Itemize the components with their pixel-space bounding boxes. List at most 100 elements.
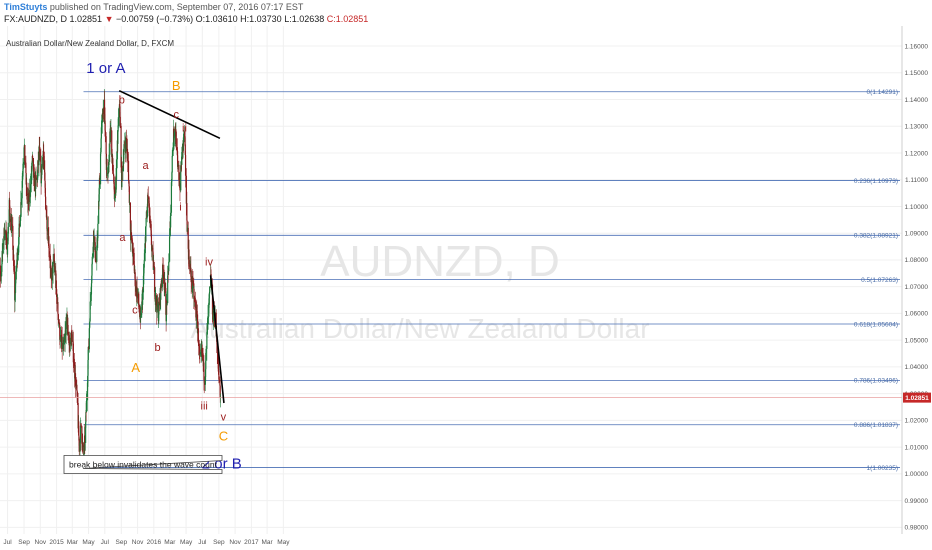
wave-label: a [143,160,150,172]
candle-body [192,280,194,284]
candle-body [143,253,146,261]
candle-body [7,226,9,234]
candle-body [175,131,177,148]
candle-body [143,260,145,268]
y-tick-label: 1.12000 [905,150,929,157]
candle-body [188,260,190,267]
x-tick-label: Mar [67,539,79,546]
x-tick-label: Sep [116,539,128,546]
y-tick-label: 1.16000 [905,43,929,50]
candle-body [44,187,46,197]
callout[interactable]: break below invalidates the wave count [63,455,223,474]
fib-level-label: 0.382(1.08921) [854,233,898,240]
candle-body [140,315,142,318]
candle-body [67,324,69,336]
candle-body [22,164,24,170]
x-tick-label: Mar [164,539,176,546]
candle-body [71,334,73,342]
fib-level-label: 0.5(1.07263) [861,277,898,284]
candle-body [132,248,134,253]
y-tick-label: 1.11000 [905,177,928,184]
close-value: C:1.02851 [326,14,369,24]
wave-label: a [119,232,126,244]
candle-body [171,155,173,173]
low-value: L:1.02638 [284,14,325,24]
wave-label: b [119,95,125,107]
open-value: O:1.03610 [195,14,238,24]
candle-body [15,271,17,284]
candle-body [31,155,34,158]
candle-body [48,251,50,255]
x-tick-label: 2017 [244,539,259,546]
candle-body [149,215,151,222]
candle-body [45,196,47,210]
fib-level-label: 0(1.14291) [867,89,898,96]
candle-body [17,255,19,262]
candle-body [2,243,4,254]
x-tick-label: May [82,539,95,546]
current-price-label: 1.02851 [905,395,929,402]
price-chart[interactable]: AUDNZD, D Australian Dollar/New Zealand … [0,26,932,550]
x-tick-label: May [277,539,290,546]
callout-text: break below invalidates the wave count [69,459,218,469]
candle-body [108,154,110,165]
candle-body [119,116,121,126]
candle-body [20,198,22,205]
candle-body [12,225,14,250]
y-tick-label: 1.06000 [905,311,929,318]
candle-body [39,151,41,161]
candle-body [24,145,26,162]
candle-body [123,148,125,156]
y-tick-label: 1.15000 [905,70,929,77]
x-tick-label: Nov [35,539,47,546]
candle-body [91,256,93,265]
candle-body [168,236,171,262]
candle-body [164,282,166,288]
candle-body [168,261,170,272]
candle-body [43,156,45,161]
ohlc-bar: FX:AUDNZD, D 1.02851 ▼ −0.00759 (−0.73%)… [4,14,368,24]
candle-body [41,165,43,175]
y-tick-label: 1.04000 [905,364,929,371]
y-tick-label: 1.14000 [905,97,929,104]
y-tick-label: 1.02000 [905,418,929,425]
y-tick-label: 1.00000 [905,471,929,478]
candle-body [184,154,187,176]
y-tick-label: 1.01000 [905,444,929,451]
fib-level-label: 0.618(1.05604) [854,321,898,328]
candle-body [57,302,59,314]
candle-body [170,182,173,213]
candle-body [63,341,65,345]
down-arrow-icon: ▼ [104,14,114,24]
candle-body [74,373,77,386]
candle-body [127,153,129,161]
wave-label: b [155,342,161,354]
wave-label: v [221,411,227,423]
wave-label: A [131,360,140,375]
wave-label: i [179,201,181,213]
symbol-label: FX:AUDNZD, D [4,14,67,24]
candle-body [203,362,205,380]
y-tick-label: 1.09000 [905,231,929,238]
author-name[interactable]: TimStuyts [4,2,47,12]
candle-body [99,153,102,185]
y-tick-label: 1.10000 [905,204,929,211]
candle-body [105,136,107,154]
candle-body [134,272,136,287]
candle-body [82,445,84,447]
x-tick-label: 2016 [147,539,162,546]
candle-body [130,232,133,241]
x-tick-label: Jul [101,539,110,546]
publish-info: TimStuyts published on TradingView.com, … [4,2,303,12]
y-tick-label: 1.07000 [905,284,929,291]
candle-body [89,300,92,302]
y-tick-label: 0.99000 [905,498,929,505]
current-price-tag: 1.02851 [903,392,931,403]
y-tick-label: 1.08000 [905,257,929,264]
candle-body [26,193,28,196]
candle-body [153,266,155,268]
candle-body [32,157,34,167]
candle-body [4,234,6,238]
candle-body [142,292,144,305]
candle-body [183,133,185,143]
